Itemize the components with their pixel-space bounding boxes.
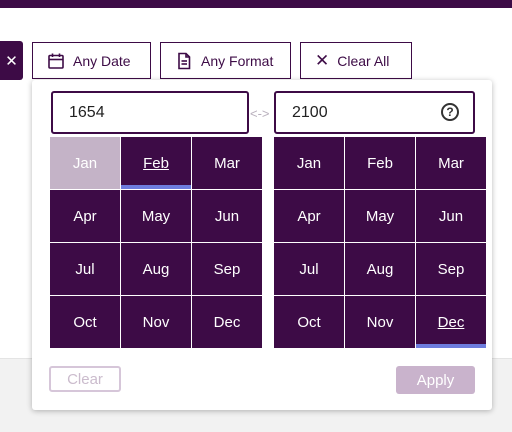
month-label: Mar xyxy=(438,154,464,172)
month-label: Dec xyxy=(213,313,241,331)
month-label: Jan xyxy=(72,154,98,172)
month-label: Sep xyxy=(437,260,465,278)
close-filter-button[interactable]: ✕ xyxy=(0,41,23,80)
close-icon: ✕ xyxy=(5,52,18,70)
month-label: Jan xyxy=(296,154,322,172)
month-label: Jul xyxy=(299,260,319,278)
from-month-oct[interactable]: Oct xyxy=(50,296,120,348)
to-month-apr[interactable]: Apr xyxy=(274,190,344,242)
to-month-dec[interactable]: Dec xyxy=(416,296,486,348)
to-month-may[interactable]: May xyxy=(345,190,415,242)
clear-label: Clear xyxy=(67,370,103,388)
any-date-button[interactable]: Any Date xyxy=(32,42,151,79)
close-icon: ✕ xyxy=(315,51,330,70)
clear-button[interactable]: Clear xyxy=(49,366,121,392)
month-label: Nov xyxy=(142,313,170,331)
month-label: Feb xyxy=(367,154,393,172)
to-month-jul[interactable]: Jul xyxy=(274,243,344,295)
from-month-aug[interactable]: Aug xyxy=(121,243,191,295)
to-month-grid: Jan Feb Mar Apr May Jun Jul Aug Sep Oct Nov Dec xyxy=(274,137,486,348)
calendar-icon xyxy=(48,53,64,69)
to-month-feb[interactable]: Feb xyxy=(345,137,415,189)
month-label: Oct xyxy=(297,313,321,331)
from-month-dec[interactable]: Dec xyxy=(192,296,262,348)
top-accent-bar xyxy=(0,0,512,8)
month-label: Jun xyxy=(214,207,240,225)
month-label: Mar xyxy=(214,154,240,172)
from-year-value: 1654 xyxy=(69,103,105,121)
month-label: Aug xyxy=(142,260,170,278)
month-label: Nov xyxy=(366,313,394,331)
to-year-value: 2100 xyxy=(292,103,328,121)
from-month-jun[interactable]: Jun xyxy=(192,190,262,242)
from-month-grid: Jan Feb Mar Apr May Jun Jul Aug Sep Oct Nov Dec xyxy=(50,137,262,348)
to-month-jan[interactable]: Jan xyxy=(274,137,344,189)
date-range-popup: 1654 <-> 2100 ? Jan Feb Mar Apr May Jun Jul Aug… xyxy=(32,80,492,410)
from-month-mar[interactable]: Mar xyxy=(192,137,262,189)
month-label: Aug xyxy=(366,260,394,278)
from-month-feb[interactable]: Feb xyxy=(121,137,191,189)
clear-all-button[interactable]: ✕ Clear All xyxy=(300,42,412,79)
from-month-may[interactable]: May xyxy=(121,190,191,242)
apply-label: Apply xyxy=(416,371,455,389)
from-year-input[interactable]: 1654 xyxy=(51,91,249,134)
to-month-oct[interactable]: Oct xyxy=(274,296,344,348)
any-format-label: Any Format xyxy=(201,52,274,69)
from-month-apr[interactable]: Apr xyxy=(50,190,120,242)
apply-button[interactable]: Apply xyxy=(396,366,475,394)
month-label: Oct xyxy=(73,313,97,331)
to-month-jun[interactable]: Jun xyxy=(416,190,486,242)
from-month-sep[interactable]: Sep xyxy=(192,243,262,295)
to-year-input[interactable]: 2100 ? xyxy=(274,91,475,134)
to-month-nov[interactable]: Nov xyxy=(345,296,415,348)
month-label: Apr xyxy=(297,207,321,225)
month-label: Feb xyxy=(143,154,169,172)
month-label: Dec xyxy=(437,313,465,331)
from-month-jul[interactable]: Jul xyxy=(50,243,120,295)
any-format-button[interactable]: Any Format xyxy=(160,42,291,79)
month-label: May xyxy=(141,207,171,225)
range-arrow-icon: <-> xyxy=(250,106,270,121)
month-label: Sep xyxy=(213,260,241,278)
to-month-aug[interactable]: Aug xyxy=(345,243,415,295)
month-label: May xyxy=(365,207,395,225)
month-label: Apr xyxy=(73,207,97,225)
to-month-sep[interactable]: Sep xyxy=(416,243,486,295)
any-date-label: Any Date xyxy=(73,52,131,69)
document-icon xyxy=(178,52,191,69)
from-month-nov[interactable]: Nov xyxy=(121,296,191,348)
from-month-jan[interactable]: Jan xyxy=(50,137,120,189)
clear-all-label: Clear All xyxy=(337,52,390,69)
help-icon[interactable]: ? xyxy=(441,103,459,121)
to-month-mar[interactable]: Mar xyxy=(416,137,486,189)
month-label: Jul xyxy=(75,260,95,278)
month-label: Jun xyxy=(438,207,464,225)
